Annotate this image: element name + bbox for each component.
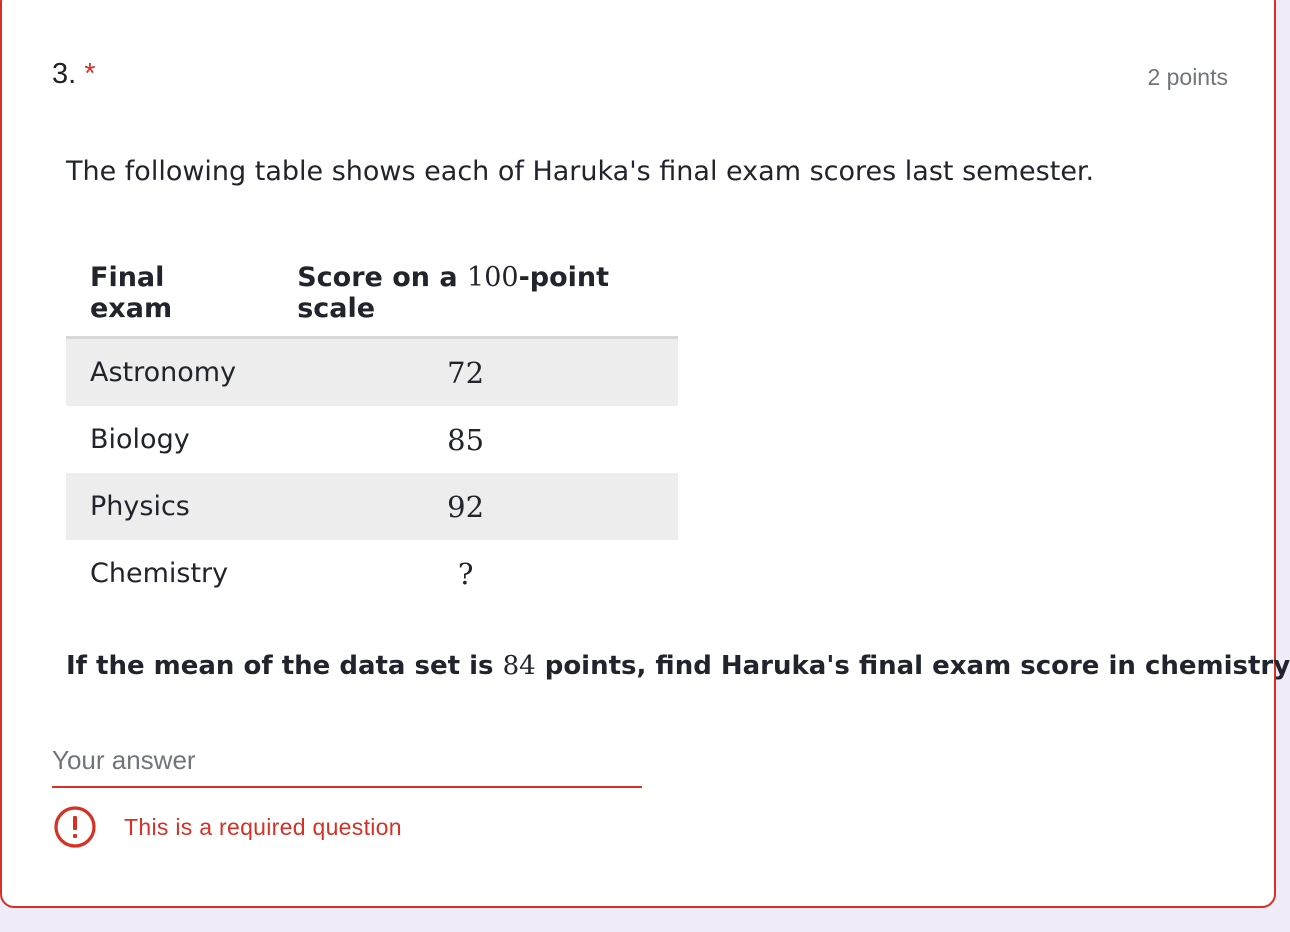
question-intro: The following table shows each of Haruka… (66, 156, 1095, 187)
row-score: 92 (277, 473, 678, 540)
prompt-suffix: points, find Haruka's final exam score i… (535, 651, 1290, 681)
question-points: 2 points (1147, 64, 1228, 90)
question-image: The following table shows each of Haruka… (66, 150, 1290, 681)
answer-field[interactable] (52, 742, 642, 788)
row-score: 72 (277, 337, 678, 406)
prompt-number: 84 (502, 651, 536, 681)
row-score: ? (457, 556, 474, 591)
error-message-row: This is a required question (52, 804, 402, 850)
error-exclamation-circle-icon (54, 806, 96, 848)
prompt-prefix: If the mean of the data set is (66, 651, 503, 681)
table-row: Astronomy 72 (66, 337, 678, 406)
question-card: 3. * 2 points The following table shows e… (0, 0, 1290, 908)
header-final-exam: Final exam (66, 262, 278, 339)
required-marker: * (84, 58, 96, 90)
question-number-header: 3. * (52, 58, 95, 91)
table-row: Physics 92 (66, 473, 678, 540)
question-prompt: If the mean of the data set is 84 points… (66, 651, 1290, 681)
scores-table: Final exam Score on a 100-point scale As… (66, 262, 678, 607)
table-header-row: Final exam Score on a 100-point scale (66, 262, 678, 339)
header-score-prefix: Score on a (297, 262, 468, 293)
row-subject: Astronomy (66, 337, 278, 406)
header-score-number: 100 (467, 262, 519, 293)
row-subject: Chemistry (90, 558, 229, 589)
row-subject: Biology (90, 424, 190, 455)
row-score: 85 (447, 422, 485, 457)
header-score: Score on a 100-point scale (277, 262, 678, 339)
answer-input[interactable] (52, 742, 642, 778)
row-subject: Physics (66, 473, 278, 540)
table-row: Biology 85 (66, 406, 678, 473)
table-row: Chemistry ? (66, 540, 678, 607)
question-number: 3. (52, 58, 77, 90)
error-text: This is a required question (124, 813, 402, 840)
